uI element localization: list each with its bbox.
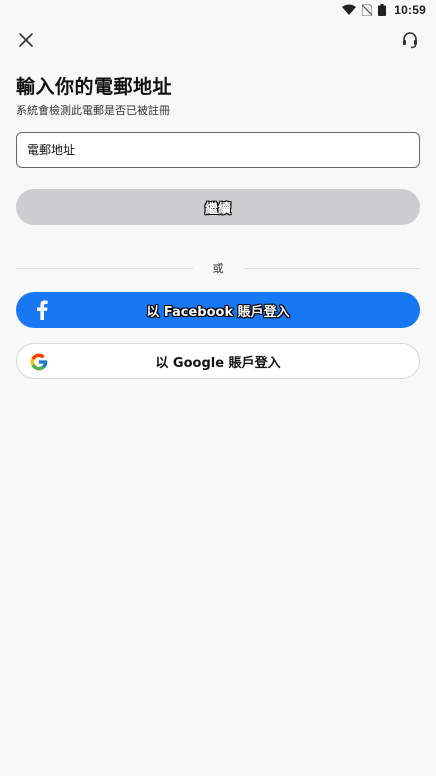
divider-line-left [16, 267, 193, 269]
google-login-label: 以 Google 賬戶登入 [155, 355, 281, 371]
close-icon [18, 32, 34, 52]
no-sim-icon [362, 4, 373, 16]
email-field[interactable] [16, 132, 420, 168]
google-login-button[interactable]: 以 Google 賬戶登入 [16, 343, 420, 379]
facebook-login-button[interactable]: 以 Facebook 賬戶登入 [16, 292, 420, 328]
continue-label: 繼續 [204, 201, 231, 217]
battery-icon [378, 4, 387, 16]
page-subtitle: 系統會檢測此電郵是否已被註冊 [16, 104, 170, 117]
google-icon [29, 352, 49, 372]
status-bar: 10:59 [0, 0, 436, 20]
page-title: 輸入你的電郵地址 [16, 76, 173, 98]
or-divider: 或 [16, 260, 420, 276]
divider-text: 或 [212, 262, 224, 275]
wifi-icon [342, 4, 357, 16]
continue-button[interactable]: 繼續 [16, 189, 420, 225]
status-time: 10:59 [394, 3, 426, 17]
customer-support-button[interactable] [398, 30, 422, 54]
facebook-icon [32, 300, 52, 320]
close-button[interactable] [14, 30, 38, 54]
headset-icon [401, 31, 419, 53]
top-bar [0, 30, 436, 54]
divider-line-right [243, 267, 420, 269]
facebook-login-label: 以 Facebook 賬戶登入 [146, 304, 290, 320]
